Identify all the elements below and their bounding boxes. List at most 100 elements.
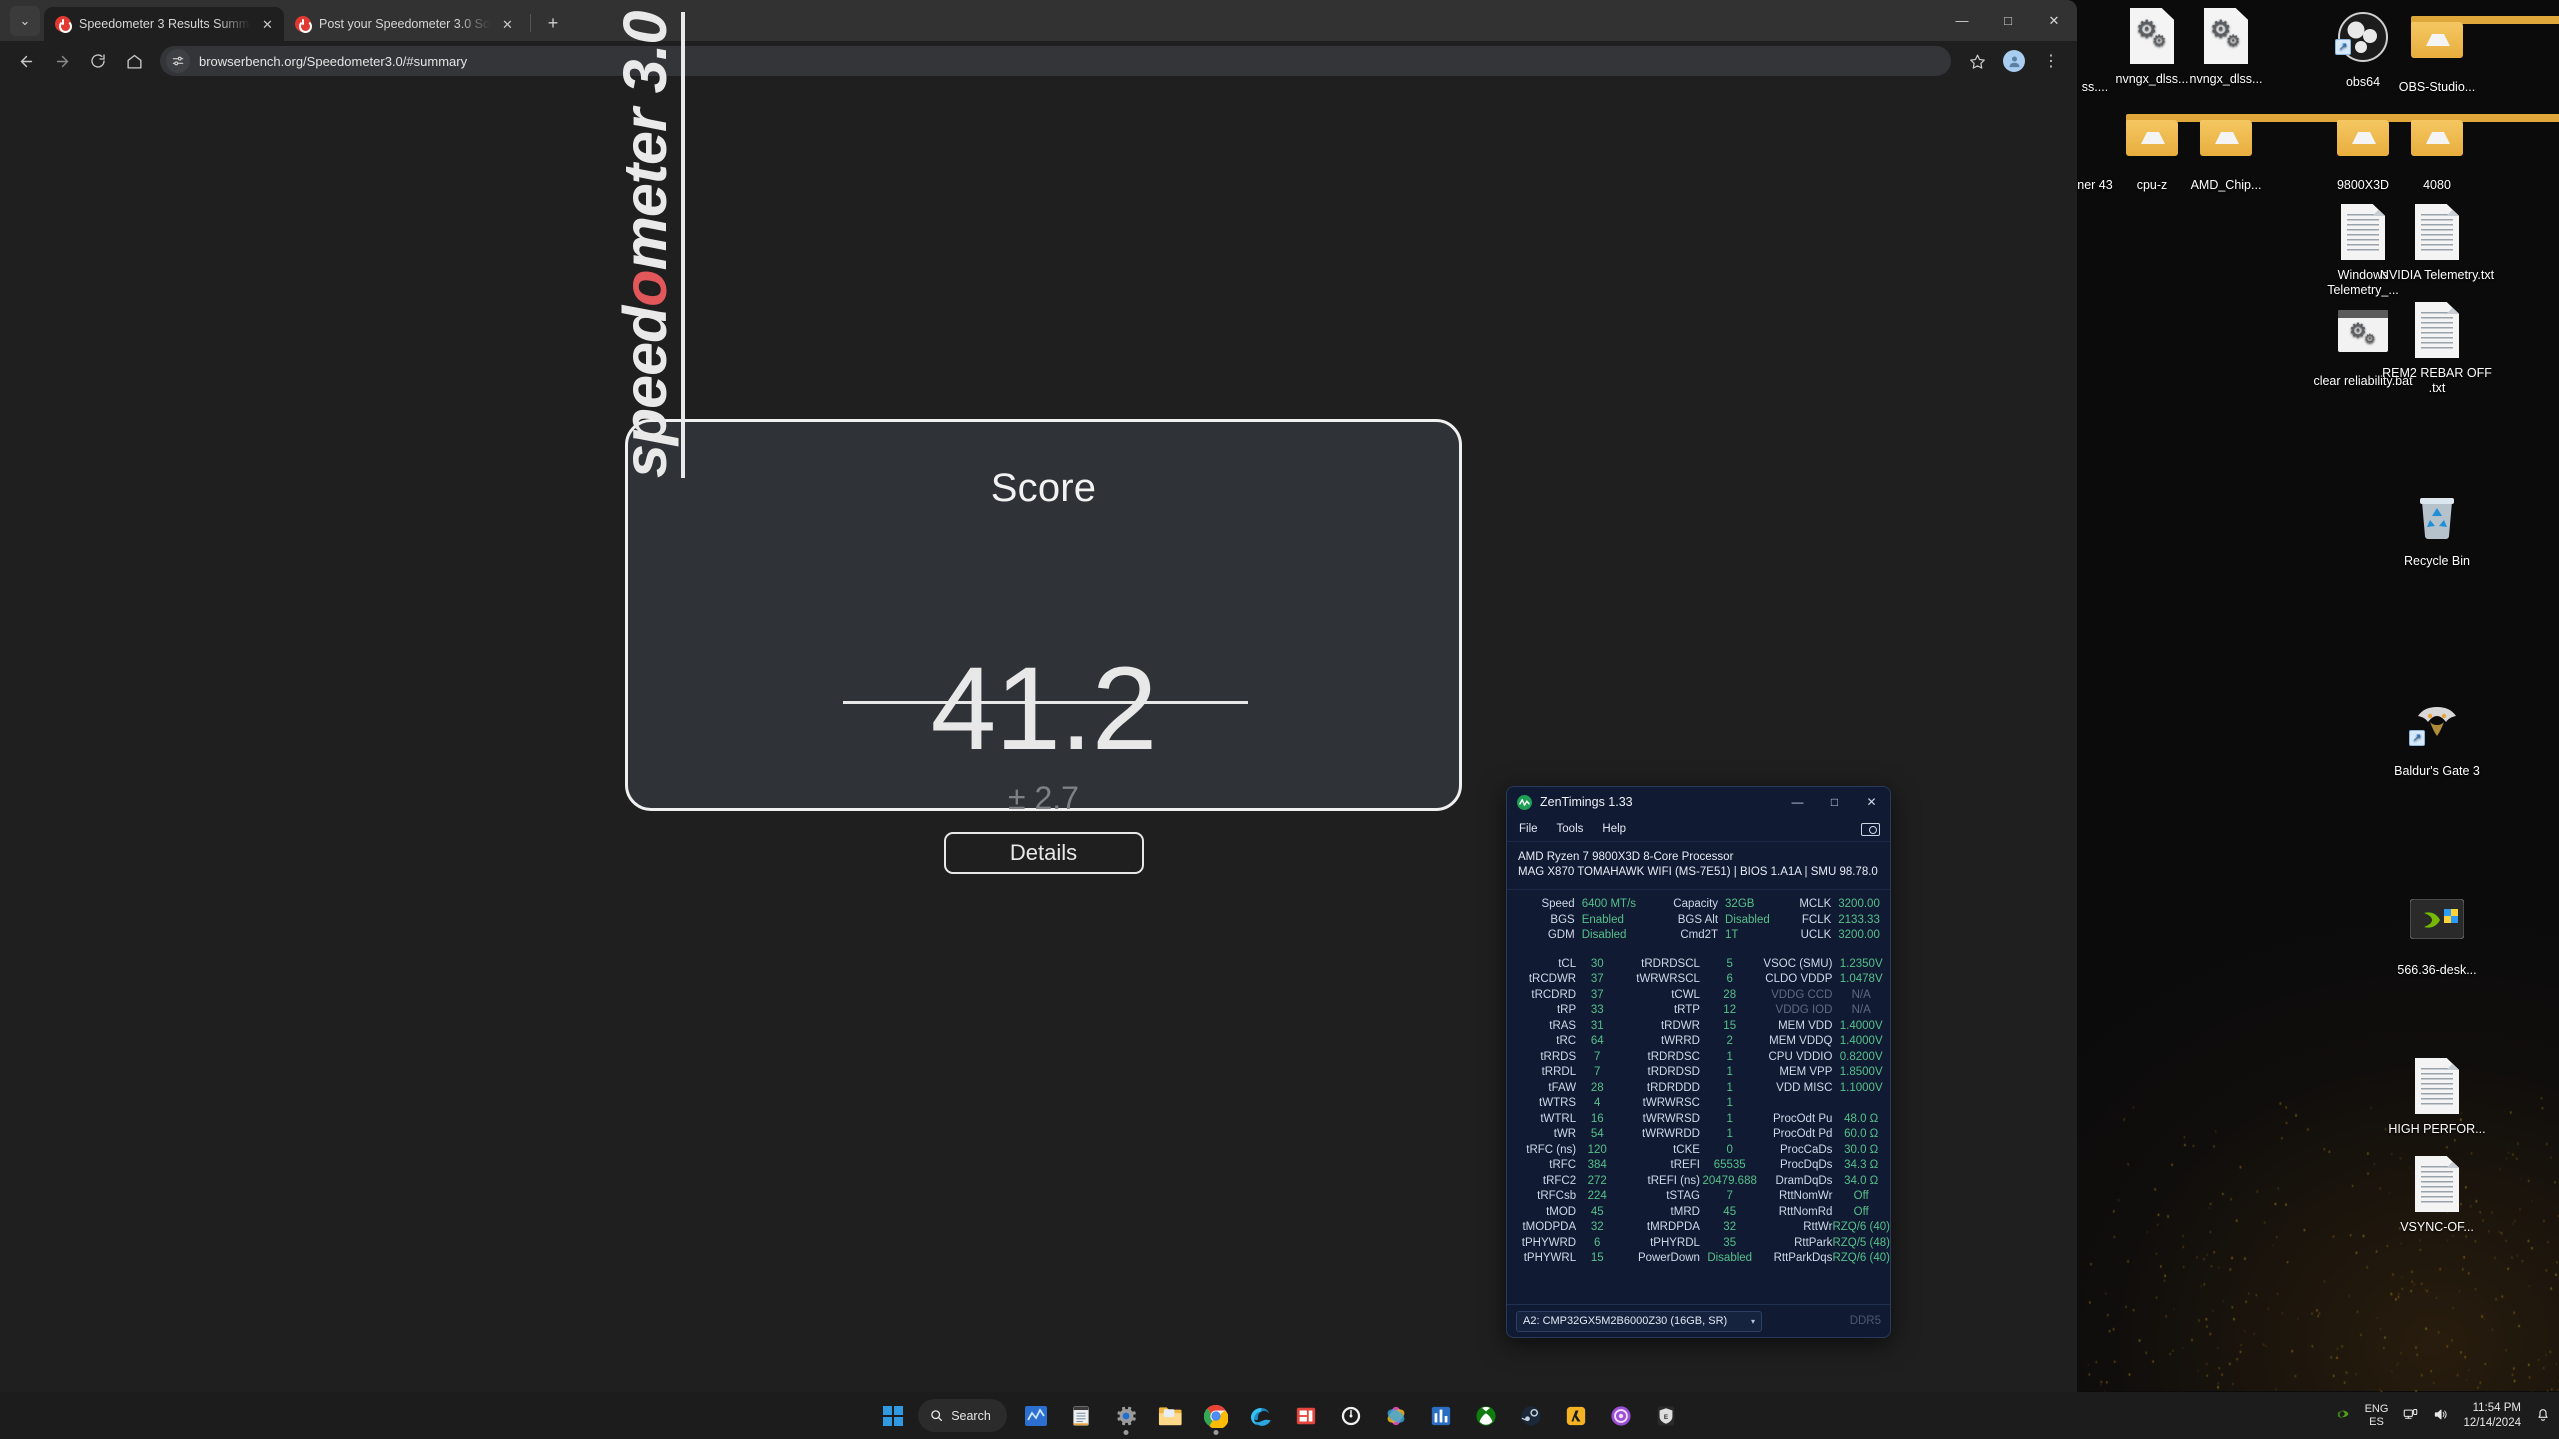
zt-label: VDDG CCD xyxy=(1759,988,1832,1004)
zt-timing-row: tRRDL 7 tRDRDSD 1 MEM VPP 1.8500V xyxy=(1507,1065,1890,1081)
address-bar[interactable]: browserbench.org/Speedometer3.0/#summary xyxy=(160,46,1951,76)
taskbar-icon-microsoft-store[interactable] xyxy=(1286,1396,1326,1436)
zt-label: ProcOdt Pu xyxy=(1759,1112,1832,1128)
reload-button[interactable] xyxy=(83,46,113,76)
zt-close-button[interactable]: ✕ xyxy=(1853,787,1890,817)
taskbar-icon-rockstar-launcher[interactable] xyxy=(1556,1396,1596,1436)
taskbar-icon-msi-afterburner[interactable] xyxy=(1421,1396,1461,1436)
taskbar-icon-hwinfo[interactable] xyxy=(1331,1396,1371,1436)
desktop-icon-high-performance-txt[interactable]: HIGH PERFOR... xyxy=(2378,1058,2496,1137)
volume-icon[interactable] xyxy=(2433,1407,2449,1425)
site-settings-icon[interactable] xyxy=(166,49,190,73)
desktop-icon-vsync-off-txt[interactable]: VSYNC-OF... xyxy=(2378,1156,2496,1235)
back-button[interactable] xyxy=(11,46,41,76)
taskbar-icon-ubisoft-connect[interactable] xyxy=(1601,1396,1641,1436)
desktop-icon-label: nvngx_dlss... xyxy=(2167,72,2285,87)
zt-value: 1.2350V xyxy=(1832,957,1890,973)
desktop-icon-rem2-rebar-off-txt[interactable]: REM2 REBAR OFF .txt xyxy=(2378,302,2496,396)
zt-value: Disabled xyxy=(1700,1251,1760,1267)
zt-value: 7 xyxy=(1700,1189,1760,1205)
speedometer-favicon xyxy=(295,16,311,32)
zt-timing-row: tWR 54 tWRWRDD 1 ProcOdt Pd 60.0 Ω xyxy=(1507,1127,1890,1143)
taskbar-icon-gpu-tweak[interactable] xyxy=(1376,1396,1416,1436)
desktop-icon-baldurs-gate-3[interactable]: ↗ Baldur's Gate 3 xyxy=(2378,694,2496,779)
4080-folder-icon xyxy=(2378,114,2496,172)
language-indicator[interactable]: ENG ES xyxy=(2365,1403,2389,1429)
taskbar-search-box[interactable]: Search xyxy=(918,1399,1007,1432)
start-button[interactable] xyxy=(873,1396,913,1436)
zt-label: tRDRDSC xyxy=(1618,1050,1700,1066)
taskbar-clock[interactable]: 11:54 PM 12/14/2024 xyxy=(2463,1401,2521,1431)
tab-close-icon[interactable]: ✕ xyxy=(259,16,276,33)
new-tab-button[interactable]: + xyxy=(539,9,567,37)
taskbar-icon-settings[interactable] xyxy=(1106,1396,1146,1436)
taskbar-icon-task-manager[interactable] xyxy=(1016,1396,1056,1436)
nvidia-tray-icon[interactable] xyxy=(2336,1407,2351,1425)
bookmark-star-icon[interactable] xyxy=(1962,46,1992,76)
zt-value: 0.8200V xyxy=(1832,1050,1890,1066)
zt-value: 7 xyxy=(1576,1050,1618,1066)
desktop-icon-4080-folder[interactable]: 4080 xyxy=(2378,106,2496,193)
zt-label: tSTAG xyxy=(1618,1189,1700,1205)
camera-icon[interactable] xyxy=(1861,823,1880,836)
zentimings-summary-table: Speed 6400 MT/s Capacity 32GB MCLK 3200.00 BGS… xyxy=(1507,890,1890,948)
taskbar-icon-file-explorer[interactable] xyxy=(1151,1396,1191,1436)
desktop-icon-nvidia-telemetry[interactable]: NVIDIA Telemetry.txt xyxy=(2378,204,2496,283)
zt-timing-row: tRC 64 tWRRD 2 MEM VDDQ 1.4000V xyxy=(1507,1034,1890,1050)
zt-label: tPHYRDL xyxy=(1618,1236,1700,1252)
zt-minimize-button[interactable]: — xyxy=(1779,787,1816,817)
menu-item-help[interactable]: Help xyxy=(1602,823,1626,835)
zt-maximize-button[interactable]: □ xyxy=(1816,787,1853,817)
zt-label: VDDG IOD xyxy=(1759,1003,1832,1019)
desktop-icon-nvngx-dlss-2[interactable]: ⚙ ⚙ nvngx_dlss... xyxy=(2167,8,2285,87)
desktop-icon-obs-studio-folder[interactable]: OBS-Studio... xyxy=(2378,8,2496,95)
tab-post-your-score[interactable]: Post your Speedometer 3.0 Score ✕ xyxy=(284,7,524,41)
home-button[interactable] xyxy=(119,46,149,76)
tab-close-icon[interactable]: ✕ xyxy=(499,16,516,33)
minimize-button[interactable]: — xyxy=(1939,0,1985,41)
taskbar-icon-notepad[interactable] xyxy=(1061,1396,1101,1436)
tab-speedometer-results[interactable]: Speedometer 3 Results Summary ✕ xyxy=(44,7,284,41)
bell-icon[interactable] xyxy=(2535,1406,2551,1425)
desktop-icon-recycle-bin[interactable]: Recycle Bin xyxy=(2378,486,2496,569)
taskbar-icon-xbox-gamebar[interactable] xyxy=(1466,1396,1506,1436)
zt-value: 16 xyxy=(1576,1112,1618,1128)
desktop-icon-amd-chipset[interactable]: AMD_Chip... xyxy=(2167,106,2285,193)
maximize-button[interactable]: □ xyxy=(1985,0,2031,41)
zt-value: 37 xyxy=(1576,972,1618,988)
taskbar-center-group: Search E xyxy=(873,1396,1686,1436)
taskbar-icon-google-chrome[interactable] xyxy=(1196,1396,1236,1436)
zt-label: MEM VDDQ xyxy=(1759,1034,1832,1050)
zt-label: BGS Alt xyxy=(1641,913,1718,929)
zt-label: tRDRDSCL xyxy=(1618,957,1700,973)
amd-chipset-icon xyxy=(2167,114,2285,172)
dimm-select[interactable]: A2: CMP32GX5M2B6000Z30 (16GB, SR) ▾ xyxy=(1516,1311,1762,1332)
zt-value: Enabled xyxy=(1575,913,1641,929)
menu-item-tools[interactable]: Tools xyxy=(1557,823,1584,835)
url-text[interactable]: browserbench.org/Speedometer3.0/#summary xyxy=(199,54,467,69)
taskbar-search-label: Search xyxy=(951,1409,991,1423)
menu-item-file[interactable]: File xyxy=(1519,823,1538,835)
zt-label: MCLK xyxy=(1786,897,1831,913)
taskbar-icon-steam[interactable] xyxy=(1511,1396,1551,1436)
chrome-menu-icon[interactable]: ⋮ xyxy=(2036,46,2066,76)
network-icon[interactable] xyxy=(2402,1407,2419,1425)
zt-label: tWRRD xyxy=(1618,1034,1700,1050)
taskbar-app-group: E xyxy=(1016,1396,1686,1436)
zentimings-window[interactable]: ZenTimings 1.33 — □ ✕ File Tools Help AM… xyxy=(1506,786,1891,1338)
taskbar-icon-epic-games[interactable]: E xyxy=(1646,1396,1686,1436)
forward-button[interactable] xyxy=(47,46,77,76)
profile-avatar[interactable] xyxy=(2003,50,2025,72)
desktop-icon-nvidia-driver-566-36[interactable]: 566.36-desk... xyxy=(2378,890,2496,978)
tab-divider xyxy=(530,14,531,32)
close-button[interactable]: ✕ xyxy=(2031,0,2077,41)
search-icon xyxy=(930,1409,943,1422)
taskbar-icon-microsoft-edge[interactable] xyxy=(1241,1396,1281,1436)
details-button[interactable]: Details xyxy=(944,832,1144,874)
zt-value: 1.8500V xyxy=(1832,1065,1890,1081)
zt-value: 2 xyxy=(1700,1034,1760,1050)
zt-label: RttPark xyxy=(1759,1236,1832,1252)
zentimings-title-bar[interactable]: ZenTimings 1.33 — □ ✕ xyxy=(1507,787,1890,817)
zentimings-footer: A2: CMP32GX5M2B6000Z30 (16GB, SR) ▾ DDR5 xyxy=(1507,1304,1890,1337)
tab-search-chevron-icon[interactable]: ⌄ xyxy=(10,6,40,36)
